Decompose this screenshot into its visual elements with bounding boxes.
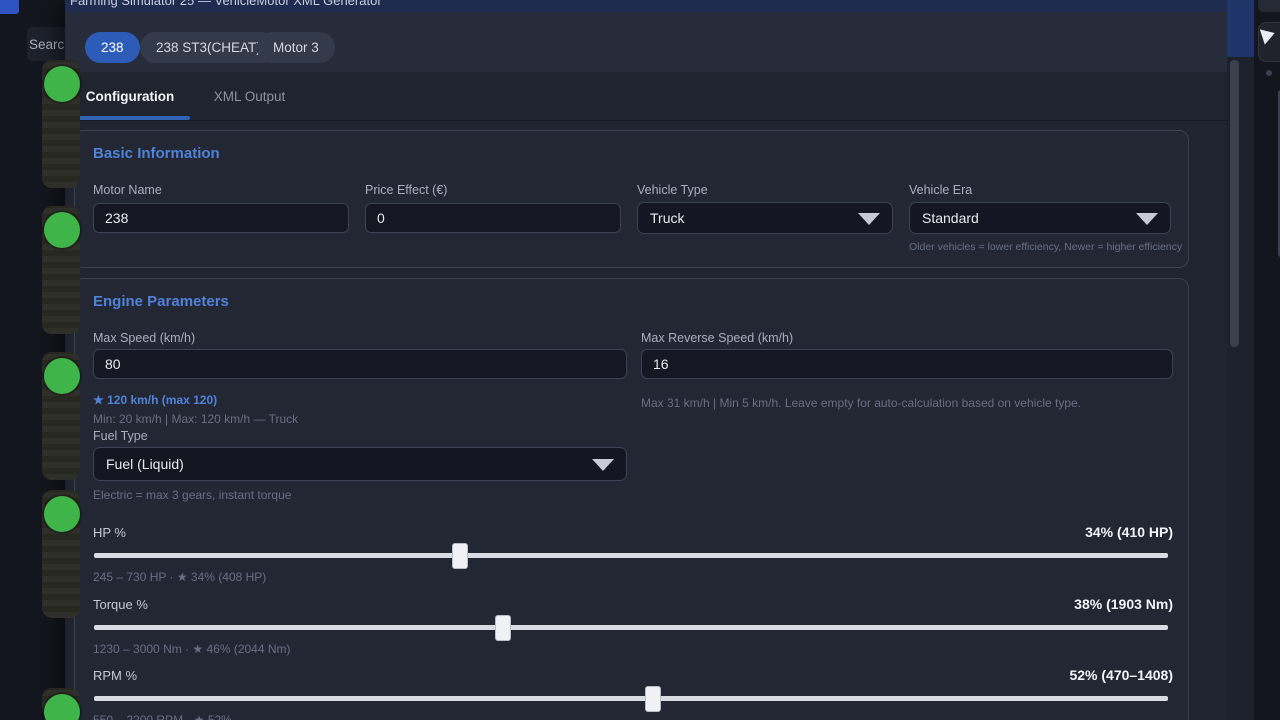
active-tab-underline	[70, 116, 190, 120]
motor-name-label: Motor Name	[93, 183, 162, 197]
engine-parameters-heading: Engine Parameters	[93, 293, 229, 310]
fuel-type-select[interactable]: Fuel (Liquid)	[93, 447, 627, 481]
motor-tab-238[interactable]: 238	[85, 32, 140, 63]
fuel-type-helper: Electric = max 3 gears, instant torque	[93, 488, 291, 502]
vehicle-type-select[interactable]: Truck	[637, 202, 893, 234]
price-effect-label: Price Effect (€)	[365, 183, 447, 197]
torque-percent-label: Torque %	[93, 597, 148, 612]
vehicle-era-label: Vehicle Era	[909, 183, 972, 197]
torque-percent-helper: 1230 – 3000 Nm · ★ 46% (2044 Nm)	[93, 642, 291, 656]
torque-percent-slider[interactable]	[94, 625, 1168, 630]
max-speed-recommended: ★ 120 km/h (max 120)	[93, 393, 217, 407]
rpm-percent-helper: 550 – 2200 RPM · ★ 52%	[93, 713, 232, 720]
vehicle-type-value: Truck	[650, 210, 684, 226]
motor-tab-motor-3[interactable]: Motor 3	[257, 32, 335, 63]
edge-dot-icon	[1266, 70, 1272, 76]
screen: Search Farming Simulator 25 — VehicleMot…	[0, 0, 1280, 720]
rpm-percent-value: 52% (470–1408)	[1069, 667, 1173, 683]
view-tab-bar: Configuration XML Output	[68, 72, 1227, 121]
dialog-title: Farming Simulator 25 — VehicleMotor XML …	[70, 0, 382, 8]
tab-configuration[interactable]: Configuration	[70, 72, 190, 120]
hp-percent-label: HP %	[93, 525, 126, 540]
chevron-down-icon	[592, 459, 614, 471]
vehicle-type-label: Vehicle Type	[637, 183, 708, 197]
tab-configuration-label: Configuration	[86, 89, 174, 104]
vehicle-era-value: Standard	[922, 210, 979, 226]
vehicle-era-helper: Older vehicles = lower efficiency, Newer…	[909, 241, 1182, 253]
backdrop-search-label: Search	[29, 37, 65, 52]
hp-percent-slider[interactable]	[94, 553, 1168, 558]
dialog-titlebar: Farming Simulator 25 — VehicleMotor XML …	[65, 0, 1227, 12]
engine-parameters-card: Engine Parameters Max Speed (km/h) Max R…	[74, 278, 1189, 720]
vehicle-era-select[interactable]: Standard	[909, 202, 1171, 234]
max-reverse-speed-field[interactable]	[641, 349, 1173, 379]
max-reverse-speed-label: Max Reverse Speed (km/h)	[641, 331, 793, 345]
torque-percent-slider-handle[interactable]	[495, 615, 511, 641]
price-effect-field[interactable]	[365, 203, 621, 233]
rpm-percent-slider-handle[interactable]	[645, 686, 661, 712]
status-dot-icon	[44, 496, 80, 532]
edge-button-fragment	[1258, 0, 1280, 12]
max-reverse-speed-helper: Max 31 km/h | Min 5 km/h. Leave empty fo…	[641, 396, 1081, 410]
page-scrollbar-thumb[interactable]	[1230, 60, 1239, 347]
status-dot-icon	[44, 358, 80, 394]
status-dot-icon	[44, 212, 80, 248]
hp-percent-value: 34% (410 HP)	[1085, 524, 1173, 540]
hp-percent-helper: 245 – 730 HP · ★ 34% (408 HP)	[93, 570, 266, 584]
rpm-percent-label: RPM %	[93, 668, 137, 683]
hp-percent-slider-handle[interactable]	[452, 543, 468, 569]
tab-xml-output[interactable]: XML Output	[192, 72, 307, 120]
basic-information-heading: Basic Information	[93, 145, 220, 162]
basic-information-card: Basic Information Motor Name Price Effec…	[74, 130, 1189, 268]
torque-percent-value: 38% (1903 Nm)	[1074, 596, 1173, 612]
page-scrollbar-top-segment	[1227, 0, 1254, 57]
status-dot-icon	[44, 66, 80, 102]
rpm-percent-slider[interactable]	[94, 696, 1168, 701]
max-speed-range-note: Min: 20 km/h | Max: 120 km/h — Truck	[93, 412, 298, 426]
vehicle-motor-dialog: Farming Simulator 25 — VehicleMotor XML …	[65, 0, 1227, 720]
max-speed-field[interactable]	[93, 349, 627, 379]
max-speed-label: Max Speed (km/h)	[93, 331, 195, 345]
chevron-down-icon	[1136, 213, 1158, 225]
tab-xml-output-label: XML Output	[214, 89, 286, 104]
motor-tab-bar: 238 238 ST3(CHEAT) Motor 3	[65, 12, 1227, 72]
motor-name-field[interactable]	[93, 203, 349, 233]
fuel-type-value: Fuel (Liquid)	[106, 456, 184, 472]
backdrop-nav-fragment	[0, 0, 19, 14]
fuel-type-label: Fuel Type	[93, 429, 148, 443]
chevron-down-icon	[858, 213, 880, 225]
